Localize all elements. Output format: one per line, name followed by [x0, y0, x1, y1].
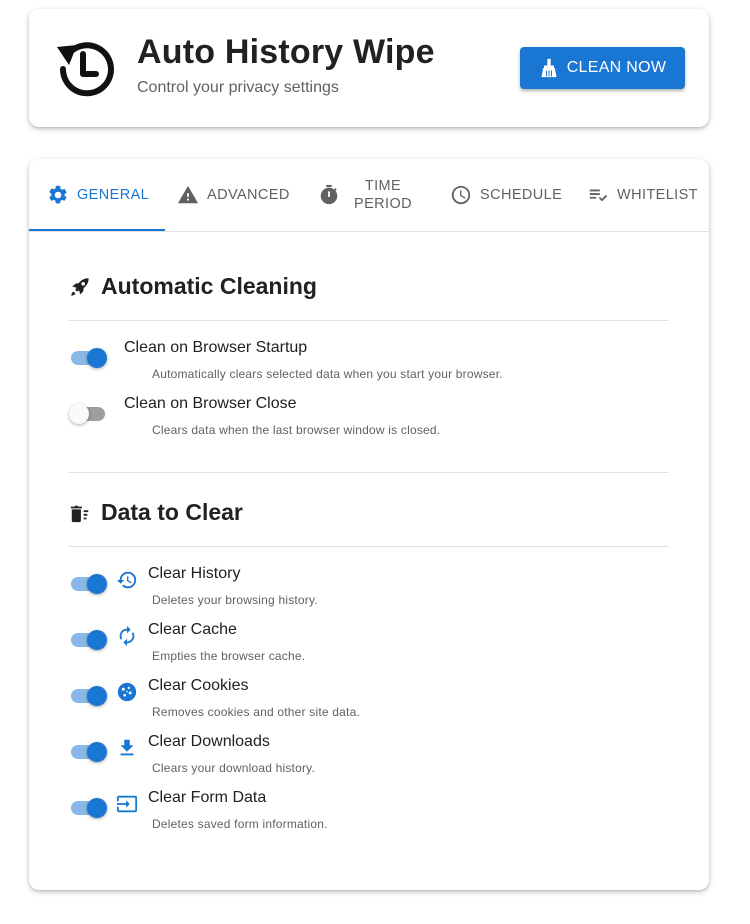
- clean-now-button[interactable]: CLEAN NOW: [520, 47, 685, 89]
- form-input-icon: [116, 793, 138, 815]
- clear-form-data-toggle[interactable]: [69, 795, 107, 821]
- history-icon: [116, 569, 138, 591]
- tab-time-period-line1: TIME: [364, 178, 402, 194]
- option-clear-downloads: Clear Downloads Clears your download his…: [69, 733, 669, 783]
- option-clear-form-data: Clear Form Data Deletes saved form infor…: [69, 789, 669, 839]
- clean-on-startup-toggle[interactable]: [69, 345, 107, 371]
- clear-cache-toggle[interactable]: [69, 627, 107, 653]
- clear-downloads-toggle[interactable]: [69, 739, 107, 765]
- tab-bar: GENERAL ADVANCED TIME PERIOD SCHEDULE WH…: [29, 159, 709, 232]
- tab-schedule[interactable]: SCHEDULE: [450, 159, 562, 231]
- clean-now-label: CLEAN NOW: [566, 59, 667, 76]
- download-icon: [116, 737, 138, 759]
- automatic-cleaning-title: Automatic Cleaning: [101, 273, 317, 299]
- option-description: Empties the browser cache.: [152, 649, 306, 663]
- clock-icon: [451, 185, 471, 205]
- option-label: Clear Cache: [148, 621, 237, 638]
- tab-time-period-label: TIME PERIOD: [354, 177, 412, 213]
- cookie-icon: [116, 681, 138, 703]
- option-description: Removes cookies and other site data.: [152, 705, 360, 719]
- app-subtitle: Control your privacy settings: [137, 79, 339, 96]
- timer-icon: [320, 184, 338, 205]
- tab-whitelist[interactable]: WHITELIST: [587, 159, 698, 231]
- option-clear-cookies: Clear Cookies Removes cookies and other …: [69, 677, 669, 727]
- option-description: Deletes saved form information.: [152, 817, 328, 831]
- section-divider: [69, 472, 669, 473]
- history-logo-icon: [57, 42, 114, 97]
- tab-general-label: GENERAL: [77, 187, 150, 203]
- refresh-icon: [116, 625, 138, 647]
- clean-on-close-toggle[interactable]: [69, 401, 107, 427]
- option-label: Clear History: [148, 565, 241, 582]
- option-clear-cache: Clear Cache Empties the browser cache.: [69, 621, 669, 671]
- option-clean-on-close: Clean on Browser Close Clears data when …: [69, 395, 669, 445]
- tab-general[interactable]: GENERAL: [47, 159, 149, 231]
- option-label: Clean on Browser Startup: [124, 339, 308, 356]
- clear-cookies-toggle[interactable]: [69, 683, 107, 709]
- option-description: Automatically clears selected data when …: [152, 367, 503, 381]
- automatic-cleaning-heading: Automatic Cleaning: [69, 273, 317, 300]
- rocket-icon: [71, 277, 89, 296]
- app-title: Auto History Wipe: [137, 33, 435, 71]
- tab-advanced[interactable]: ADVANCED: [177, 159, 290, 231]
- option-label: Clear Cookies: [148, 677, 249, 694]
- data-to-clear-heading: Data to Clear: [69, 499, 243, 526]
- broom-icon: [541, 58, 557, 78]
- header-card: Auto History Wipe Control your privacy s…: [29, 9, 709, 127]
- tab-time-period[interactable]: TIME PERIOD: [318, 159, 412, 231]
- active-tab-indicator: [29, 229, 165, 231]
- option-label: Clean on Browser Close: [124, 395, 297, 412]
- option-description: Deletes your browsing history.: [152, 593, 318, 607]
- playlist-check-icon: [589, 189, 608, 202]
- data-to-clear-title: Data to Clear: [101, 499, 243, 525]
- option-description: Clears data when the last browser window…: [152, 423, 441, 437]
- tab-advanced-label: ADVANCED: [207, 187, 290, 203]
- settings-card: GENERAL ADVANCED TIME PERIOD SCHEDULE WH…: [29, 159, 709, 890]
- option-label: Clear Downloads: [148, 733, 270, 750]
- clear-history-toggle[interactable]: [69, 571, 107, 597]
- gear-icon: [49, 185, 67, 204]
- tab-time-period-line2: PERIOD: [354, 196, 412, 212]
- warning-icon: [177, 185, 199, 204]
- option-label: Clear Form Data: [148, 789, 267, 806]
- tab-schedule-label: SCHEDULE: [480, 187, 563, 203]
- tab-whitelist-label: WHITELIST: [617, 187, 698, 203]
- section-divider: [69, 546, 669, 547]
- delete-sweep-icon: [70, 505, 89, 522]
- option-clear-history: Clear History Deletes your browsing hist…: [69, 565, 669, 615]
- option-description: Clears your download history.: [152, 761, 315, 775]
- option-clean-on-startup: Clean on Browser Startup Automatically c…: [69, 339, 669, 389]
- section-divider: [69, 320, 669, 321]
